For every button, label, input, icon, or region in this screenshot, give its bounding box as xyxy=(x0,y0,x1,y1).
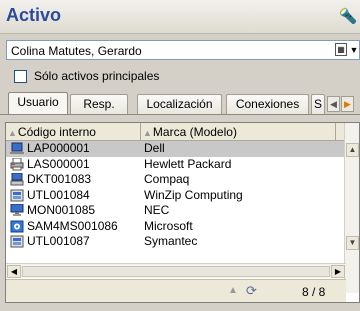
record-count: 8 / 8 xyxy=(302,285,326,299)
table-row[interactable]: UTL001087 Symantec xyxy=(6,234,346,250)
chevron-down-icon[interactable]: ▼ xyxy=(349,45,359,55)
principal-only-checkbox[interactable] xyxy=(14,70,27,83)
tab-pane-divider xyxy=(0,114,360,115)
tab-scroll-left-icon[interactable]: ◀ xyxy=(327,96,340,112)
sort-icon: ▲ xyxy=(143,128,152,138)
tab-localizacion[interactable]: Localización xyxy=(137,94,222,114)
software-icon xyxy=(10,220,24,232)
tab-resp[interactable]: Resp. xyxy=(70,94,128,114)
horizontal-scrollbar[interactable]: ◀ ▶ xyxy=(6,263,346,278)
refresh-icon[interactable]: ⟳ xyxy=(246,283,257,299)
table-row[interactable]: DKT001083 Compaq xyxy=(6,172,346,188)
tab-truncated[interactable]: S xyxy=(311,94,325,114)
asset-code: SAM4MS001086 xyxy=(27,218,118,233)
column-header-brand[interactable]: ▲Marca (Modelo) xyxy=(141,123,336,140)
asset-brand: Microsoft xyxy=(144,218,193,233)
monitor-icon xyxy=(10,204,24,216)
asset-code: UTL001087 xyxy=(27,234,90,248)
table-row[interactable]: UTL001084 WinZip Computing xyxy=(6,188,346,204)
asset-brand: Compaq xyxy=(144,172,190,186)
asset-brand: WinZip Computing xyxy=(144,187,243,202)
horizontal-scroll-thumb[interactable] xyxy=(22,266,330,277)
table-row[interactable]: LAP000001 Dell xyxy=(6,141,346,157)
utility-software-icon xyxy=(10,235,24,248)
asset-code: LAP000001 xyxy=(27,141,90,155)
asset-code: UTL001084 xyxy=(27,187,90,202)
tab-conexiones[interactable]: Conexiones xyxy=(226,94,309,114)
scroll-up-icon[interactable]: ▲ xyxy=(346,143,359,157)
printer-icon xyxy=(10,157,24,170)
sort-indicator-icon: ▲ xyxy=(228,285,238,296)
vertical-scrollbar[interactable]: ▲ ▼ xyxy=(344,123,359,293)
table-row[interactable]: LAS000001 Hewlett Packard xyxy=(6,157,346,173)
utility-software-icon xyxy=(10,189,24,201)
list-select-icon[interactable]: ▦ xyxy=(335,43,347,56)
tab-strip: Usuario Resp. Localización Conexiones S … xyxy=(8,92,360,114)
column-header-code[interactable]: ▲Código interno xyxy=(6,123,141,140)
user-filter-combo[interactable]: Colina Matutes, Gerardo ▦ ▼ xyxy=(6,40,360,60)
scroll-down-icon[interactable]: ▼ xyxy=(346,236,359,250)
page-title: Activo xyxy=(6,5,62,25)
table-body: LAP000001 Dell LAS000001 Hewlett Packard… xyxy=(6,141,346,250)
sort-ascending-icon: ▲ xyxy=(8,128,17,138)
principal-only-label: Sólo activos principales xyxy=(34,69,160,83)
asset-code: MON001085 xyxy=(27,203,96,217)
asset-brand: NEC xyxy=(144,203,170,217)
asset-code: LAS000001 xyxy=(27,156,90,171)
asset-code: DKT001083 xyxy=(27,172,92,186)
tab-usuario[interactable]: Usuario xyxy=(8,92,68,114)
tab-scroll-right-icon[interactable]: ▶ xyxy=(341,96,354,112)
status-bar: ▲ ⟳ 8 / 8 xyxy=(6,279,346,302)
scroll-left-icon[interactable]: ◀ xyxy=(7,265,21,278)
asset-brand: Symantec xyxy=(144,234,198,248)
laptop-icon xyxy=(10,142,24,154)
asset-brand: Hewlett Packard xyxy=(144,156,232,171)
table-header: ▲Código interno ▲Marca (Modelo) xyxy=(6,123,346,141)
scroll-right-icon[interactable]: ▶ xyxy=(331,265,345,278)
title-bar: Activo 🔦 xyxy=(0,0,360,34)
table-row[interactable]: SAM4MS001086 Microsoft xyxy=(6,219,346,235)
flashlight-icon[interactable]: 🔦 xyxy=(336,6,360,28)
user-filter-value: Colina Matutes, Gerardo xyxy=(11,44,142,58)
table-row[interactable]: MON001085 NEC xyxy=(6,203,346,219)
desktop-icon xyxy=(10,173,24,186)
asset-brand: Dell xyxy=(144,141,165,155)
asset-table: ▲Código interno ▲Marca (Modelo) LAP00000… xyxy=(5,122,360,303)
